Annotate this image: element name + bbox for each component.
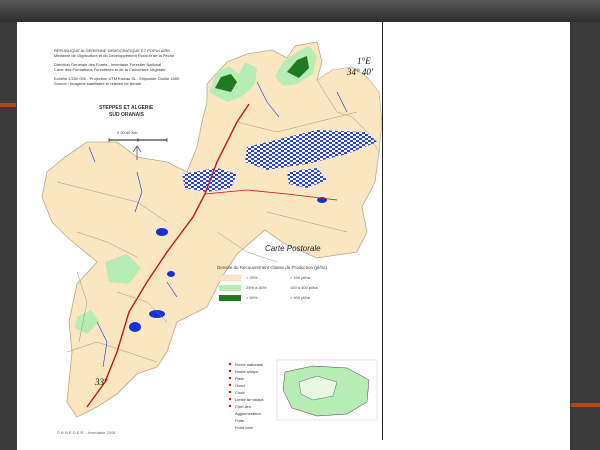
symbol-legend-markers [228,362,232,408]
legend-row-3-value: > 400 pl/ha [290,295,310,300]
symbol-legend-item: Limite de wilaya [235,397,264,402]
lake-1 [156,228,168,236]
slide-accent-left [0,103,16,107]
region-subtitle: SUD ORANAIS [109,112,145,118]
slide: REPUBLIQUE ALGERIENNE DEMOCRATIQUE ET PO… [17,22,570,450]
inset-title: Carte Postorale [265,244,321,253]
symbol-legend-item: Oued [235,383,245,388]
top-band [0,0,600,22]
lake-3 [129,322,141,332]
legend-row-2-label: 25% a 50% [246,285,267,290]
symbol-legend-item: Chott [235,390,245,395]
slide-accent-right [571,403,600,407]
legend-title: Densite du Recouvrement Classe de Produc… [217,265,328,270]
region-title: STEPPES ET ALGERIE [99,105,154,111]
legend-row-1-label: < 25% [246,275,258,280]
lake-2 [167,271,175,277]
map-footer: © B.N.E.D.E.R. - Inventaire 2008 [57,430,116,435]
legend-swatch-1 [218,274,242,282]
coord-lat-south: 33° [95,377,108,387]
legend-swatch-3 [219,295,241,301]
map-header: REPUBLIQUE ALGERIENNE DEMOCRATIQUE ET PO… [54,48,179,86]
header-line-2: Ministere de l'Agriculture et du Develop… [54,53,175,58]
symbol-legend-item: Chef-lieu [235,404,252,409]
legend-row-2-value: 100 a 400 pl/ha [290,285,318,290]
scale-label: 0 20 40 Km [117,130,138,135]
symbol-legend: Route nationale Route wilaya Piste Oued … [235,361,263,431]
coord-lat-north: 34° 40' [347,67,373,77]
symbol-legend-item: Route wilaya [235,369,258,374]
legend-row-1-value: < 100 pl/ha [290,275,310,280]
symbol-legend-item: Agglomeration [235,411,261,416]
symbol-legend-item: Route nationale [235,362,264,367]
symbol-legend-item: Puits [235,418,244,423]
symbol-legend-item: Point cote [235,425,253,430]
page-divider [382,22,383,440]
header-line-6: Source : Imagerie satellitaire et releve… [54,81,142,86]
lake-4 [149,310,165,318]
symbol-legend-item: Piste [235,376,244,381]
coord-lon: 1°E [357,56,371,66]
legend-swatch-2 [219,285,241,291]
inset-overview-map [276,359,378,421]
header-line-4: Carte des Formations Forestieres et de l… [54,67,166,72]
legend-row-3-label: > 50% [246,295,258,300]
